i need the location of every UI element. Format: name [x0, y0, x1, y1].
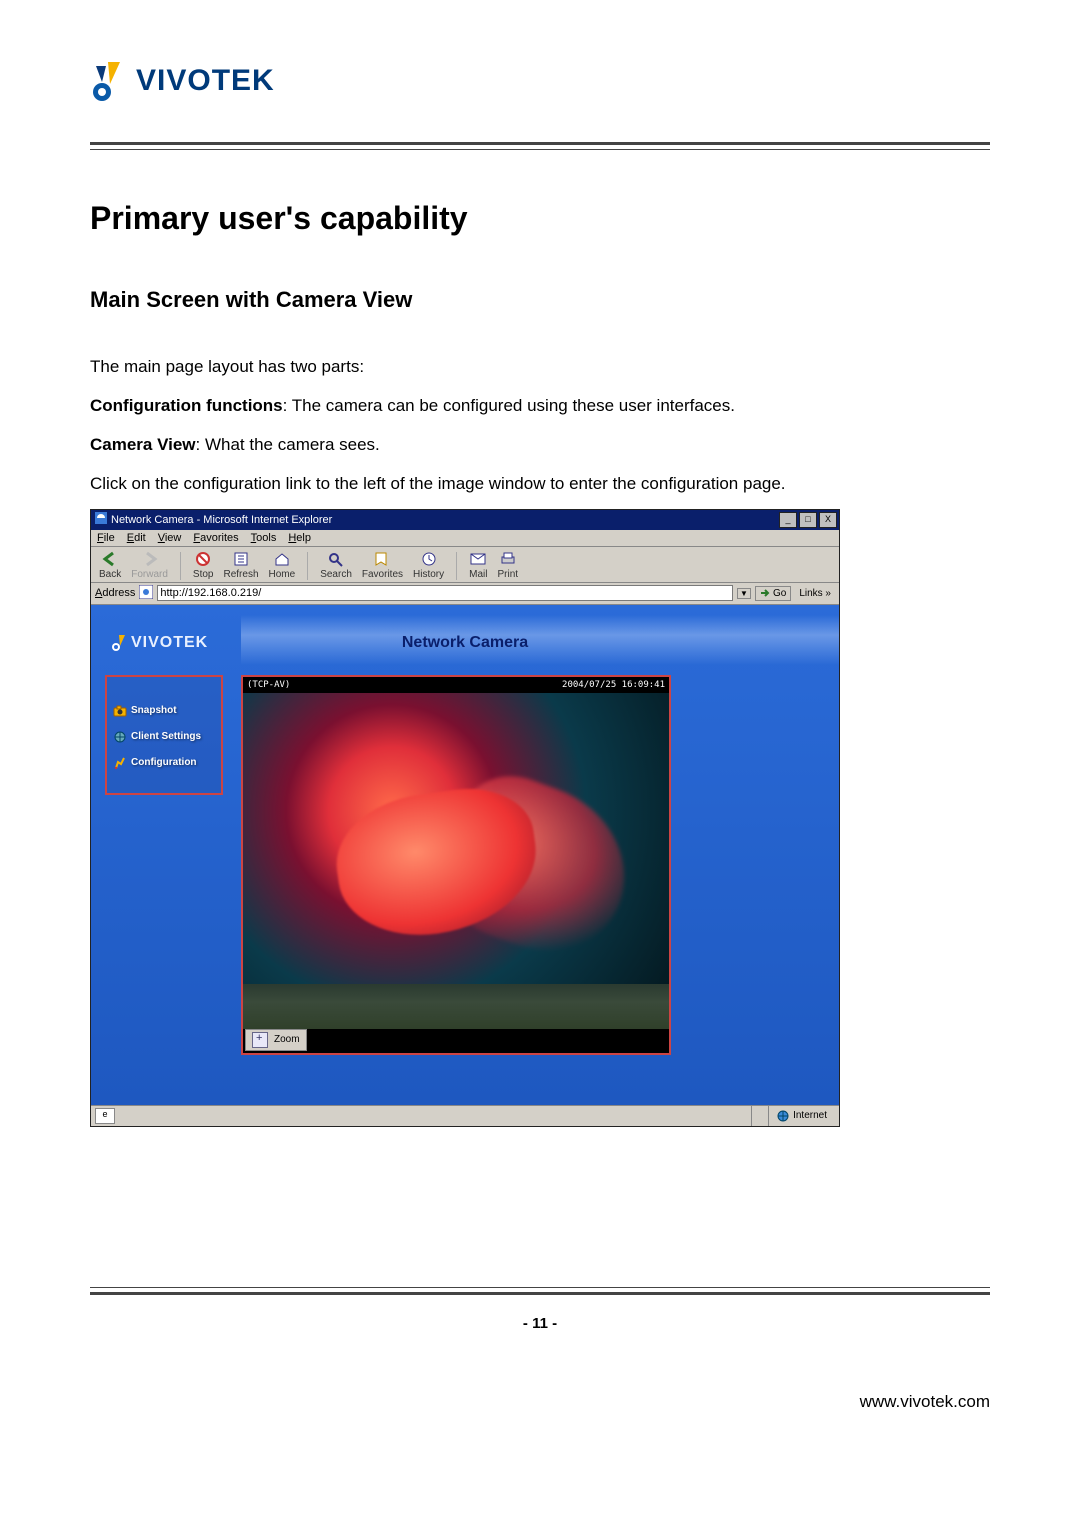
window-close-button[interactable]: X	[819, 512, 837, 528]
toolbar-search-label: Search	[320, 569, 352, 580]
toolbar-search-button[interactable]: Search	[320, 551, 352, 580]
go-label: Go	[773, 588, 786, 599]
page-icon	[139, 585, 153, 602]
label-camera-view: Camera View	[90, 435, 196, 454]
status-zone: Internet	[768, 1106, 835, 1126]
address-bar: Address ▼ Go Links »	[91, 583, 839, 605]
toolbar-back-label: Back	[99, 569, 121, 580]
toolbar-favorites-label: Favorites	[362, 569, 403, 580]
menu-view[interactable]: View	[158, 532, 182, 544]
video-protocol-label: (TCP-AV)	[247, 680, 290, 690]
page-number: - 11 -	[90, 1315, 990, 1332]
text-camera-view: : What the camera sees.	[196, 435, 380, 454]
toolbar-mail-button[interactable]: Mail	[469, 551, 487, 580]
menu-file[interactable]: File	[97, 532, 115, 544]
menu-edit[interactable]: Edit	[127, 532, 146, 544]
footer-url: www.vivotek.com	[90, 1392, 990, 1412]
video-image	[243, 693, 669, 1029]
text-config-functions: : The camera can be configured using the…	[283, 396, 735, 415]
address-label: Address	[95, 587, 135, 599]
ie-icon	[95, 512, 107, 527]
paragraph-instruction: Click on the configuration link to the l…	[90, 470, 990, 499]
sidebar-link-configuration[interactable]: Configuration	[113, 757, 215, 769]
links-label[interactable]: Links »	[795, 588, 835, 599]
toolbar-history-button[interactable]: History	[413, 551, 444, 580]
toolbar-history-label: History	[413, 569, 444, 580]
sidebar-link-snapshot[interactable]: Snapshot	[113, 705, 215, 717]
toolbar-home-label: Home	[269, 569, 296, 580]
browser-screenshot: Network Camera - Microsoft Internet Expl…	[90, 509, 840, 1127]
paragraph-camera-view: Camera View: What the camera sees.	[90, 431, 990, 460]
sidebar-client-settings-label: Client Settings	[131, 731, 201, 742]
window-title: Network Camera - Microsoft Internet Expl…	[111, 514, 332, 526]
page-content: VIVOTEK Network Camera Snapshot Client S…	[91, 605, 839, 1105]
footer-rule	[90, 1287, 990, 1295]
sidebar-configuration-label: Configuration	[131, 757, 197, 768]
label-config-functions: Configuration functions	[90, 396, 283, 415]
zoom-label: Zoom	[274, 1034, 300, 1045]
zoom-control[interactable]: Zoom	[245, 1029, 307, 1051]
browser-menubar: File Edit View Favorites Tools Help	[91, 530, 839, 547]
internet-icon	[777, 1110, 789, 1122]
toolbar-separator	[456, 552, 457, 580]
toolbar-refresh-label: Refresh	[224, 569, 259, 580]
video-info-bar: (TCP-AV) 2004/07/25 16:09:41	[243, 677, 669, 693]
window-maximize-button[interactable]: □	[799, 512, 817, 528]
browser-toolbar: Back Forward Stop Refresh Home	[91, 547, 839, 583]
sidebar-panel: Snapshot Client Settings Configuration	[105, 675, 223, 795]
sidebar-snapshot-label: Snapshot	[131, 705, 177, 716]
camera-page-logo: VIVOTEK	[111, 634, 208, 652]
toolbar-print-label: Print	[497, 569, 518, 580]
toolbar-stop-button[interactable]: Stop	[193, 551, 214, 580]
browser-statusbar: e Internet	[91, 1105, 839, 1126]
menu-help[interactable]: Help	[288, 532, 311, 544]
address-input[interactable]	[157, 585, 733, 601]
go-button[interactable]: Go	[755, 586, 791, 601]
toolbar-stop-label: Stop	[193, 569, 214, 580]
menu-favorites[interactable]: Favorites	[193, 532, 238, 544]
page-heading-1: Primary user's capability	[90, 200, 990, 237]
page-heading-2: Main Screen with Camera View	[90, 287, 990, 313]
window-titlebar: Network Camera - Microsoft Internet Expl…	[91, 510, 839, 530]
toolbar-separator	[180, 552, 181, 580]
status-zone-label: Internet	[793, 1110, 827, 1121]
toolbar-mail-label: Mail	[469, 569, 487, 580]
brand-logo: VIVOTEK	[90, 60, 990, 102]
toolbar-forward-button[interactable]: Forward	[131, 551, 168, 580]
camera-page-title: Network Camera	[402, 634, 528, 652]
menu-tools[interactable]: Tools	[251, 532, 277, 544]
zoom-in-icon[interactable]	[252, 1032, 268, 1048]
paragraph-config: Configuration functions: The camera can …	[90, 392, 990, 421]
status-cell-empty	[751, 1106, 768, 1126]
sidebar-link-client-settings[interactable]: Client Settings	[113, 731, 215, 743]
toolbar-forward-label: Forward	[131, 569, 168, 580]
toolbar-home-button[interactable]: Home	[269, 551, 296, 580]
paragraph-intro: The main page layout has two parts:	[90, 353, 990, 382]
window-minimize-button[interactable]: _	[779, 512, 797, 528]
camera-page-brand: VIVOTEK	[131, 634, 208, 652]
logo-mark-icon	[90, 60, 126, 102]
header-rule	[90, 142, 990, 150]
toolbar-print-button[interactable]: Print	[497, 551, 518, 580]
address-dropdown-icon[interactable]: ▼	[737, 588, 751, 599]
toolbar-back-button[interactable]: Back	[99, 551, 121, 580]
brand-name: VIVOTEK	[136, 64, 275, 98]
video-frame: (TCP-AV) 2004/07/25 16:09:41 Zoom	[241, 675, 671, 1055]
toolbar-refresh-button[interactable]: Refresh	[224, 551, 259, 580]
toolbar-separator	[307, 552, 308, 580]
status-page-icon: e	[95, 1108, 115, 1124]
video-timestamp: 2004/07/25 16:09:41	[562, 680, 665, 690]
toolbar-favorites-button[interactable]: Favorites	[362, 551, 403, 580]
